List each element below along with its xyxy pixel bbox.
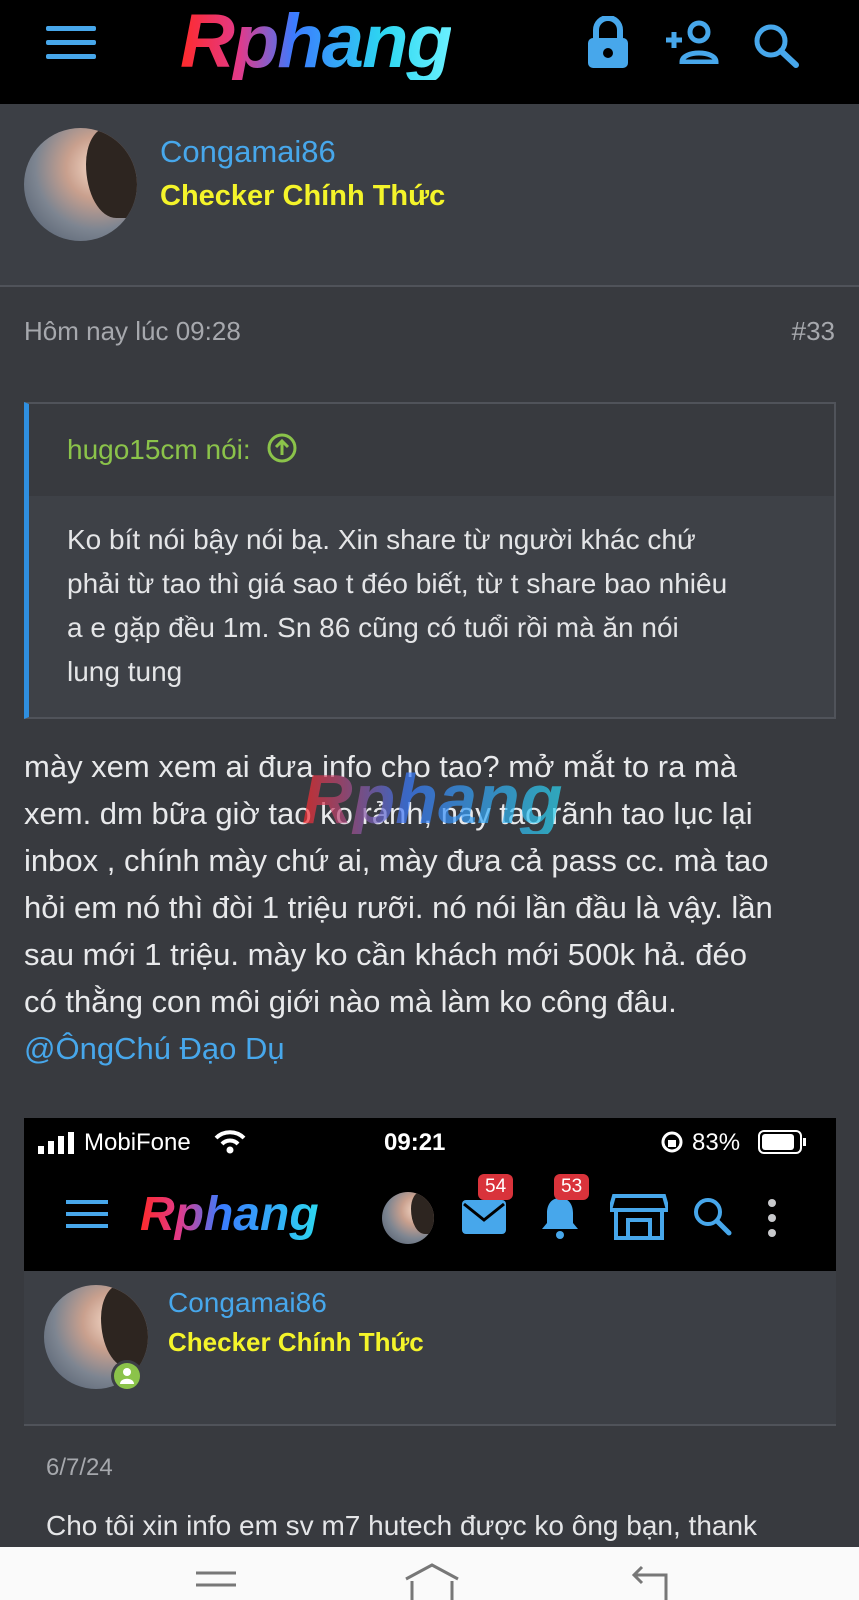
quote-header[interactable]: hugo15cm nói: (29, 404, 834, 496)
quote-line: lung tung (67, 656, 183, 687)
recent-apps-icon[interactable] (194, 1569, 238, 1600)
bell-icon (540, 1194, 580, 1245)
add-user-icon[interactable] (664, 20, 722, 69)
post-date[interactable]: Hôm nay lúc 09:28 (24, 316, 241, 347)
avatar (382, 1192, 434, 1244)
quote-line: a e gặp đều 1m. Sn 86 cũng có tuổi rồi m… (67, 612, 679, 643)
quote-line: phải từ tao thì giá sao t đéo biết, từ t… (67, 568, 728, 599)
notifications-badge: 53 (554, 1174, 590, 1200)
site-logo[interactable]: Rphang (180, 4, 453, 80)
menu-icon (66, 1200, 108, 1228)
more-options-icon (766, 1198, 778, 1243)
embedded-post-date: 6/7/24 (46, 1454, 113, 1481)
watermark-logo: Rphang (302, 760, 563, 838)
post-line: hỏi em nó thì đòi 1 triệu rưỡi. nó nói l… (24, 890, 773, 925)
store-icon (607, 1192, 671, 1247)
messages-badge: 54 (478, 1174, 514, 1200)
carrier-name: MobiFone (84, 1129, 191, 1156)
post-author-block: Congamai86 Checker Chính Thức (0, 104, 859, 287)
phone-status-bar: MobiFone 09:21 83% (24, 1118, 836, 1168)
embedded-user-title: Checker Chính Thức (168, 1327, 424, 1357)
embedded-nav-bar: Rphang 54 53 (24, 1168, 836, 1271)
battery-percent: 83% (692, 1129, 741, 1156)
wifi-icon (214, 1128, 246, 1161)
post-line: sau mới 1 triệu. mày ko cần khách mới 50… (24, 937, 748, 972)
embedded-username: Congamai86 (168, 1287, 327, 1318)
post-number[interactable]: #33 (792, 316, 835, 347)
arrow-up-circle-icon[interactable] (266, 432, 298, 471)
post-line: có thằng con môi giới nào mà làm ko công… (24, 984, 677, 1019)
quote-author[interactable]: hugo15cm nói: (67, 434, 251, 465)
back-icon[interactable] (631, 1563, 678, 1600)
attached-screenshot[interactable]: MobiFone 09:21 83% Rphang 54 53 Congamai… (24, 1118, 836, 1548)
avatar[interactable] (24, 128, 137, 241)
mail-icon (460, 1196, 508, 1241)
embedded-author-block: Congamai86 Checker Chính Thức (24, 1271, 836, 1426)
embedded-post-text: Cho tôi xin info em sv m7 hutech được ko… (46, 1510, 758, 1541)
battery-icon (758, 1130, 808, 1161)
embedded-logo: Rphang (140, 1186, 319, 1244)
menu-icon[interactable] (46, 26, 96, 66)
top-navigation-bar: Rphang (0, 0, 859, 104)
rotation-lock-icon (660, 1130, 684, 1161)
user-mention-link[interactable]: @ÔngChú Đạo Dụ (24, 1025, 844, 1072)
author-username[interactable]: Congamai86 (160, 134, 336, 170)
author-title: Checker Chính Thức (160, 180, 446, 212)
post-line: inbox , chính mày chứ ai, mày đưa cả pas… (24, 843, 769, 878)
search-icon (692, 1196, 732, 1241)
lock-icon[interactable] (585, 15, 631, 75)
search-icon[interactable] (752, 22, 800, 73)
signal-icon (38, 1132, 76, 1161)
quote-line: Ko bít nói bậy nói bạ. Xin share từ ngườ… (67, 524, 696, 555)
home-icon[interactable] (402, 1561, 462, 1600)
online-status-icon (110, 1359, 144, 1398)
phone-time: 09:21 (384, 1129, 446, 1156)
system-navigation-bar (0, 1547, 859, 1600)
quote-block: hugo15cm nói: Ko bít nói bậy nói bạ. Xin… (24, 402, 836, 719)
quote-body: Ko bít nói bậy nói bạ. Xin share từ ngườ… (29, 496, 834, 694)
